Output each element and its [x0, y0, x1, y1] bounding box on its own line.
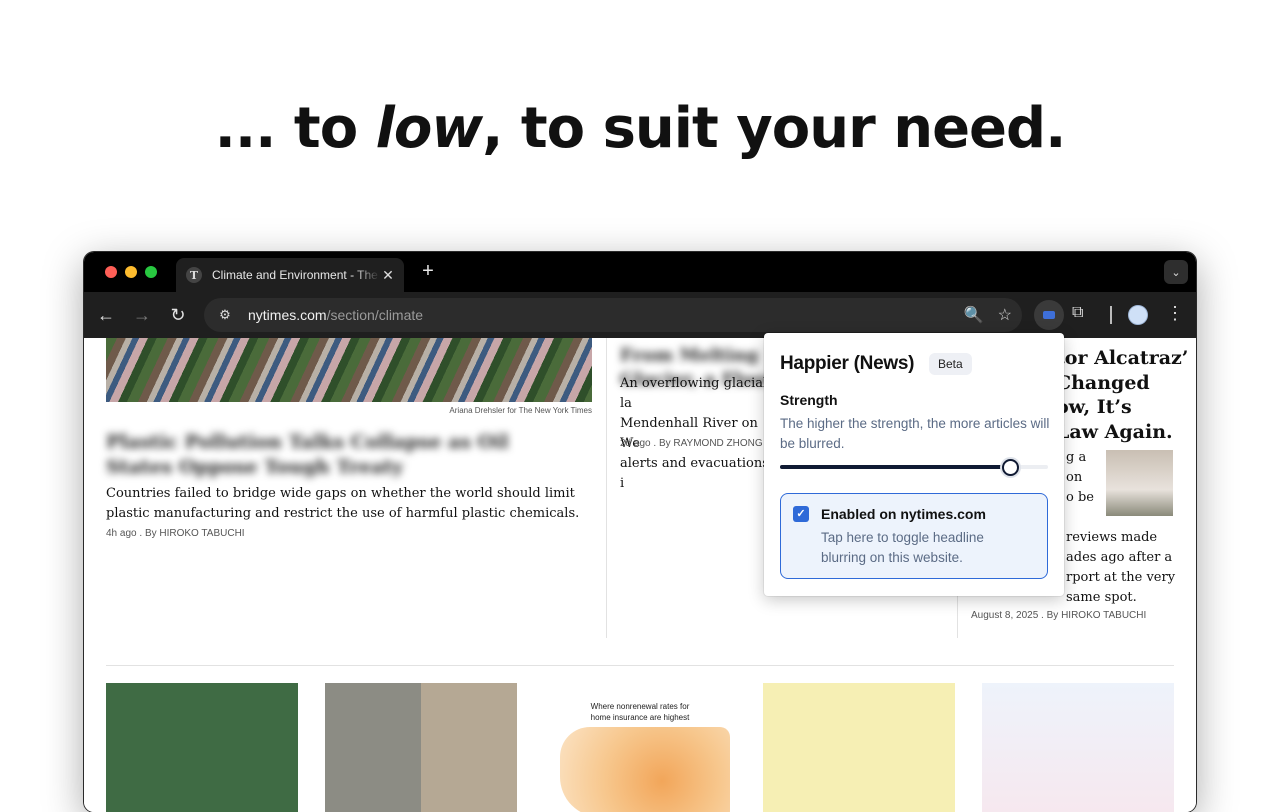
reload-button[interactable]: ↻ [168, 305, 188, 325]
enabled-checkbox[interactable]: ✓ [793, 506, 809, 522]
enabled-help-text: Tap here to toggle headline blurring on … [821, 530, 984, 565]
url-path: /section/climate [326, 307, 424, 323]
article2-summary[interactable]: An overflowing glacial la Mendenhall Riv… [620, 374, 770, 494]
article3-headline[interactable]: tor Alcatraz’ Changed ow, It’s Law Again… [1056, 346, 1196, 444]
article1-photo-credit: Ariana Drehsler for The New York Times [449, 406, 592, 415]
article2-time: 2d ago [620, 438, 651, 449]
toolbar-divider [1110, 306, 1112, 324]
address-bar[interactable]: ⚙ nytimes.com/section/climate 🔍 ☆ [204, 298, 1022, 332]
extensions-puzzle-icon[interactable]: ⧉ [1072, 304, 1083, 322]
section-divider [106, 665, 1174, 666]
tab-close-icon[interactable]: ✕ [380, 267, 396, 284]
us-map-graphic [560, 727, 730, 812]
article1-time: 4h ago [106, 528, 137, 539]
article3-author: By HIROKO TABUCHI [1046, 610, 1147, 621]
article3-byline: August 8, 2025 . By HIROKO TABUCHI [971, 610, 1147, 621]
article1-headline-blurred[interactable]: Plastic Pollution Talks Collapse as Oil … [106, 430, 576, 480]
article2-byline: 2d ago . By RAYMOND ZHONG [620, 438, 763, 449]
tab-bar: T Climate and Environment - The New York… [84, 252, 1196, 292]
wind-turbine-illustration-card[interactable] [982, 683, 1174, 812]
popup-title: Happier (News) [780, 353, 915, 374]
back-button[interactable]: ← [96, 305, 116, 325]
article1-photo[interactable] [106, 338, 592, 402]
plastic-illustration-card[interactable] [763, 683, 955, 812]
insurance-map-card[interactable]: Where nonrenewal rates for home insuranc… [544, 683, 736, 812]
new-tab-button[interactable]: + [418, 260, 438, 283]
strength-help-text: The higher the strength, the more articl… [780, 416, 1050, 451]
article3-thumbnail[interactable] [1106, 450, 1173, 516]
banner: ... to low, to suit your need. [0, 96, 1280, 161]
nyt-favicon-icon: T [186, 267, 202, 283]
forward-button[interactable]: → [132, 305, 152, 325]
close-window-button[interactable] [105, 266, 117, 278]
banner-suffix: , to suit your need. [482, 96, 1066, 161]
landscape-photo-card[interactable] [325, 683, 517, 812]
article1-author: By HIROKO TABUCHI [144, 528, 245, 539]
enabled-label: Enabled on nytimes.com [821, 506, 986, 522]
address-bar-actions: 🔍 ☆ [964, 305, 1012, 325]
browser-toolbar: ← → ↻ ⚙ nytimes.com/section/climate 🔍 ☆ … [84, 292, 1196, 338]
column-divider [606, 338, 607, 638]
tab-search-button[interactable]: ⌄ [1164, 260, 1188, 284]
article2-author: By RAYMOND ZHONG [658, 438, 763, 449]
strength-slider[interactable] [780, 459, 1048, 476]
banner-prefix: ... to [214, 96, 376, 161]
strength-label: Strength [780, 392, 838, 408]
article1-summary[interactable]: Countries failed to bridge wide gaps on … [106, 484, 586, 524]
beta-badge: Beta [929, 353, 972, 375]
tab-nytimes-climate[interactable]: T Climate and Environment - The New York… [176, 258, 404, 292]
strength-slider-thumb[interactable] [1002, 459, 1019, 476]
url-host: nytimes.com [248, 307, 327, 323]
site-settings-icon[interactable]: ⚙ [212, 307, 238, 323]
strength-slider-fill [780, 465, 1010, 469]
zoom-icon[interactable]: 🔍 [964, 305, 984, 325]
browser-menu-icon[interactable]: ⋮ [1166, 303, 1184, 324]
article1-byline: 4h ago . By HIROKO TABUCHI [106, 528, 245, 539]
url-text[interactable]: nytimes.com/section/climate [248, 307, 423, 323]
article3-summary-part2[interactable]: reviews made ades ago after a rport at t… [1066, 528, 1196, 608]
minimize-window-button[interactable] [125, 266, 137, 278]
happier-news-icon [1043, 311, 1055, 319]
tab-title: Climate and Environment - The New York T… [212, 268, 380, 282]
happier-news-popup: Happier (News) Beta Strength The higher … [764, 333, 1064, 596]
article3-date: August 8, 2025 [971, 610, 1039, 621]
solar-panel-illustration-card[interactable] [106, 683, 298, 812]
enabled-toggle-card[interactable]: ✓ Enabled on nytimes.com Tap here to tog… [780, 493, 1048, 579]
banner-emphasis: low [375, 96, 483, 161]
maximize-window-button[interactable] [145, 266, 157, 278]
bookmark-star-icon[interactable]: ☆ [998, 305, 1012, 325]
profile-avatar[interactable] [1128, 305, 1148, 325]
insurance-map-title: Where nonrenewal rates for home insuranc… [590, 702, 690, 722]
banner-headline: ... to low, to suit your need. [214, 96, 1067, 161]
happier-news-extension-button[interactable] [1034, 300, 1064, 330]
